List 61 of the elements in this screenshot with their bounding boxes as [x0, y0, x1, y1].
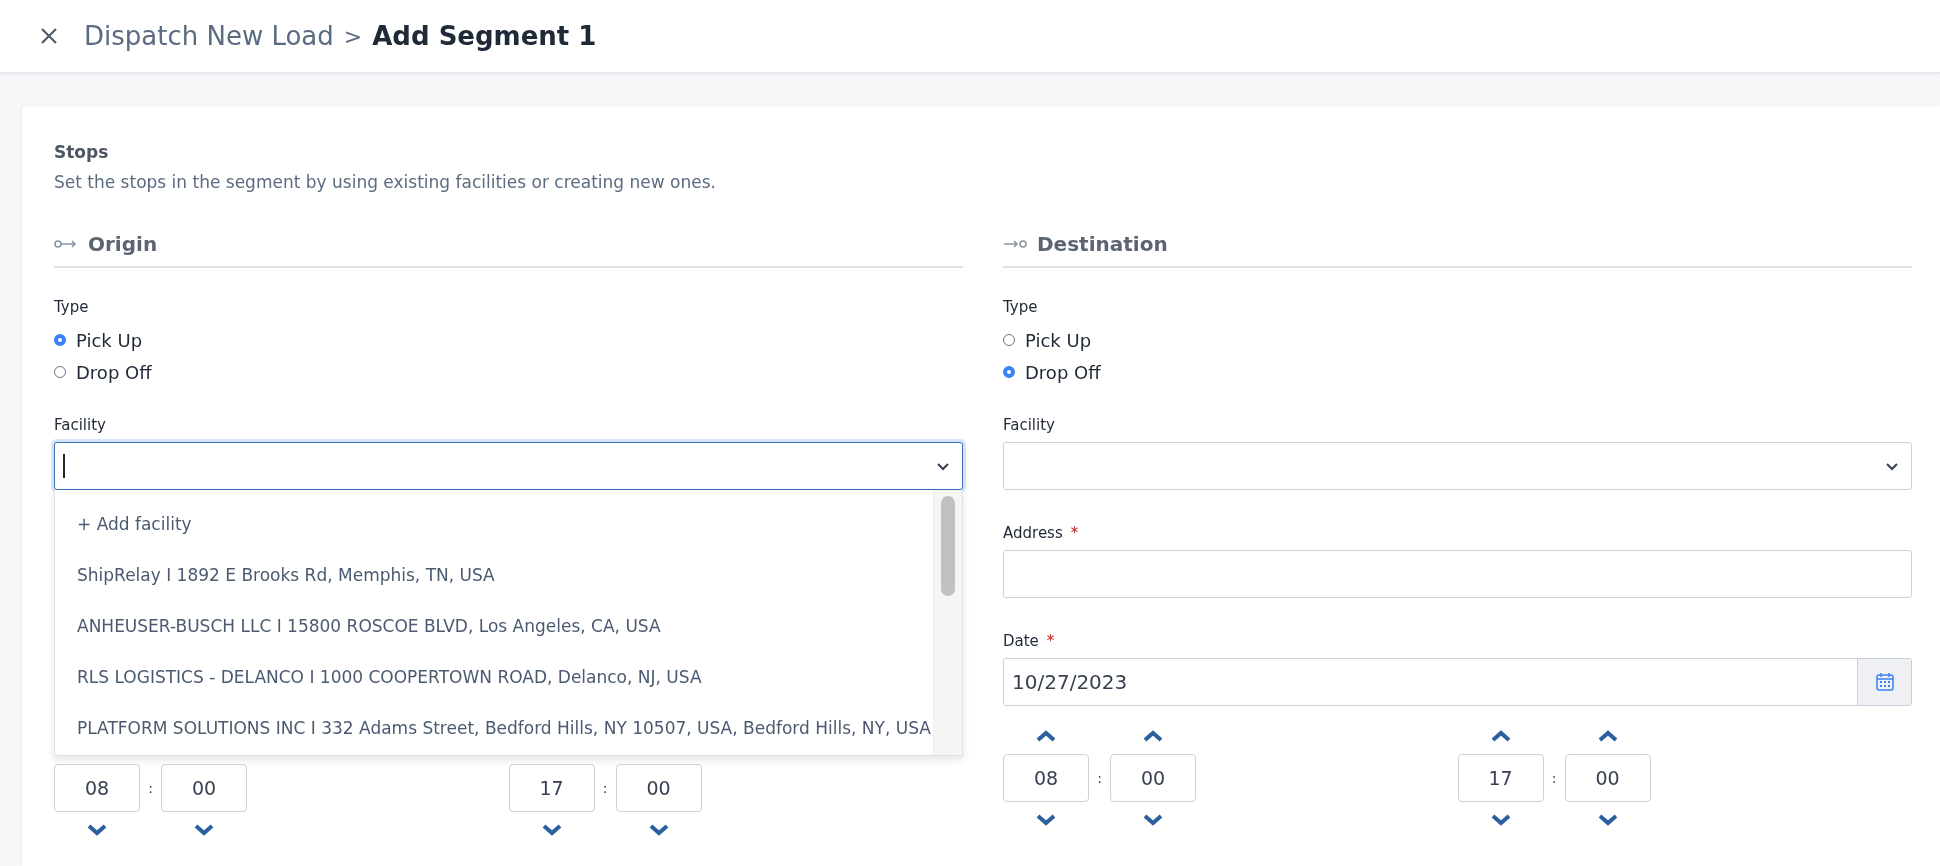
origin-arrow-icon — [54, 239, 78, 249]
breadcrumb-separator: > — [343, 23, 363, 49]
chevron-up-icon — [1597, 730, 1618, 742]
destination-arrow-icon — [1003, 239, 1027, 249]
time-separator: : — [1550, 769, 1558, 788]
minute-field[interactable]: 00 — [1110, 754, 1196, 802]
close-icon — [40, 27, 58, 45]
dropdown-option[interactable]: + Add facility — [55, 498, 933, 549]
dropdown-option[interactable]: RLS LOGISTICS - DELANCO I 1000 COOPERTOWN ROAD, Delanco, NJ, USA — [55, 651, 933, 702]
chevron-up-icon — [1143, 730, 1163, 742]
time-separator: : — [601, 779, 609, 798]
text-cursor — [63, 454, 65, 478]
hour-field[interactable]: 17 — [1457, 754, 1544, 802]
chevron-down-icon — [648, 824, 669, 836]
chevron-up-icon — [1036, 730, 1056, 742]
minute-field[interactable]: 00 — [161, 764, 247, 812]
section-title: Stops — [54, 142, 110, 162]
field-label: Date — [1003, 632, 1039, 650]
calendar-icon — [1874, 672, 1895, 692]
required-mark: * — [1070, 524, 1079, 542]
field-label: Facility — [54, 416, 106, 434]
minute-field[interactable]: 00 — [1564, 754, 1651, 802]
chevron-up-icon — [1490, 730, 1511, 742]
chevron-down-icon — [1143, 814, 1163, 826]
radio-option[interactable]: Drop Off — [54, 356, 963, 388]
radio-option[interactable]: Pick Up — [1003, 324, 1912, 356]
hour-field[interactable]: 08 — [54, 764, 140, 812]
scrollbar-thumb[interactable] — [941, 496, 955, 596]
section-heading: Origin — [88, 232, 158, 256]
time-separator: : — [147, 779, 154, 798]
chevron-down-icon — [1885, 461, 1899, 471]
chevron-down-icon — [1036, 814, 1056, 826]
minute-field[interactable]: 00 — [615, 764, 702, 812]
dropdown-option[interactable]: ANHEUSER-BUSCH LLC I 15800 ROSCOE BLVD, Los Angeles, CA, USA — [55, 600, 933, 651]
page-title: Add Segment 1 — [372, 21, 597, 51]
field-label: Type — [1003, 298, 1038, 316]
field-label: Facility — [1003, 416, 1055, 434]
chevron-down-icon — [541, 824, 562, 836]
required-mark: * — [1046, 632, 1055, 650]
chevron-down-icon — [87, 824, 107, 836]
breadcrumb-link[interactable]: Dispatch New Load — [84, 21, 334, 51]
field-label: Type — [54, 298, 89, 316]
radio-option[interactable]: Pick Up — [54, 324, 963, 356]
radio-option[interactable]: Drop Off — [1003, 356, 1912, 388]
chevron-down-icon — [1490, 814, 1511, 826]
chevron-down-icon — [936, 461, 950, 471]
dropdown-option[interactable]: ShipRelay I 1892 E Brooks Rd, Memphis, TN, USA — [55, 549, 933, 600]
chevron-down-icon — [194, 824, 214, 836]
dropdown-option[interactable]: PLATFORM SOLUTIONS INC I 332 Adams Street, Bedford Hills, NY 10507, USA, Bedford Hills, NY, USA — [55, 702, 933, 753]
section-description: Set the stops in the segment by using existing facilities or creating new ones. — [54, 172, 717, 192]
time-separator: : — [1096, 769, 1103, 788]
date-input[interactable]: 10/27/2023 — [1003, 658, 1912, 706]
section-heading: Destination — [1037, 232, 1168, 256]
scrollbar[interactable] — [933, 490, 962, 755]
hour-field[interactable]: 17 — [508, 764, 595, 812]
chevron-down-icon — [1597, 814, 1618, 826]
hour-field[interactable]: 08 — [1003, 754, 1089, 802]
facility-select[interactable] — [54, 442, 963, 490]
date-value: 10/27/2023 — [1011, 669, 1129, 696]
field-label: Address — [1003, 524, 1063, 542]
address-input[interactable] — [1003, 550, 1912, 598]
